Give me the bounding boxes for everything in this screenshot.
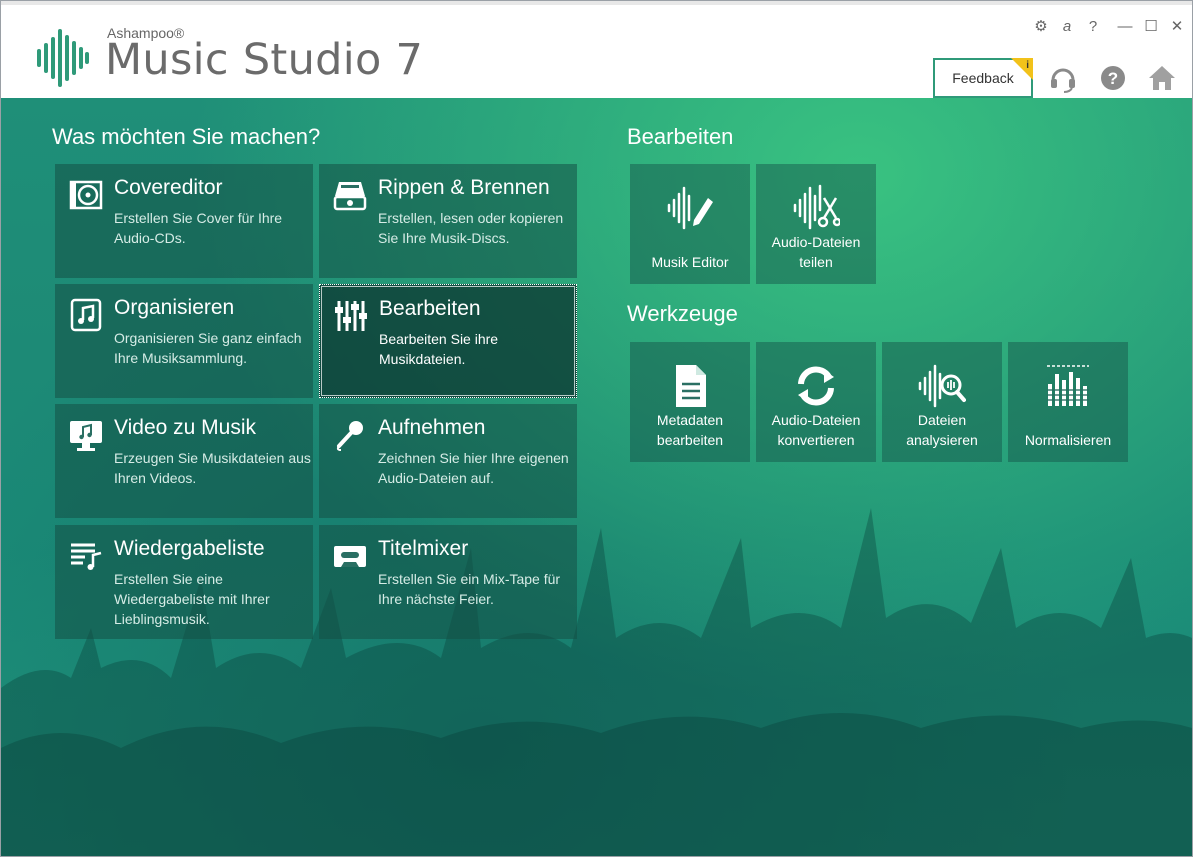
tile-description: Zeichnen Sie hier Ihre eigenen Audio-Dat…: [378, 450, 569, 486]
tile-title: Bearbeiten: [379, 297, 481, 320]
document-icon: [676, 365, 706, 407]
tile-audio-dateien-teilen[interactable]: Audio-Dateien teilen: [756, 164, 876, 284]
tile-dateien-analysieren[interactable]: Dateien analysieren: [882, 342, 1002, 462]
tile-description: Erstellen Sie eine Wiedergabeliste mit I…: [114, 571, 270, 627]
feedback-label: Feedback: [952, 70, 1014, 86]
tile-description: Organisieren Sie ganz einfach Ihre Musik…: [114, 330, 302, 366]
help-circle-icon[interactable]: ?: [1098, 63, 1128, 93]
tile-label: Audio-Dateien teilen: [771, 234, 861, 270]
maximize-button[interactable]: ☐: [1141, 17, 1161, 37]
refresh-icon: [798, 366, 834, 406]
tile-title: Titelmixer: [378, 537, 469, 560]
tile-organisieren[interactable]: Organisieren Organisieren Sie ganz einfa…: [55, 284, 313, 398]
feedback-button[interactable]: Feedback i: [933, 58, 1033, 98]
section-title-main: Was möchten Sie machen?: [52, 124, 321, 149]
tile-wiedergabeliste[interactable]: Wiedergabeliste Erstellen Sie eine Wiede…: [55, 525, 313, 639]
help-small-icon[interactable]: ?: [1083, 17, 1103, 37]
account-icon[interactable]: a: [1057, 17, 1077, 37]
cd-cover-icon: [69, 180, 103, 210]
music-file-icon: [70, 298, 102, 332]
tile-bearbeiten[interactable]: Bearbeiten Bearbeiten Sie ihre Musikdate…: [319, 284, 577, 398]
tile-covereditor[interactable]: Covereditor Erstellen Sie Cover für Ihre…: [55, 164, 313, 278]
waveform-pen-icon: [667, 186, 713, 230]
waveform-magnifier-icon: [918, 364, 966, 408]
tile-description: Erstellen Sie Cover für Ihre Audio-CDs.: [114, 210, 283, 246]
tile-aufnehmen[interactable]: Aufnehmen Zeichnen Sie hier Ihre eigenen…: [319, 404, 577, 518]
section-title-tools: Werkzeuge: [627, 301, 738, 326]
equalizer-sliders-icon: [335, 301, 367, 331]
playlist-icon: [71, 543, 102, 570]
waveform-scissors-icon: [793, 184, 840, 230]
disc-drive-icon: [333, 182, 367, 211]
close-button[interactable]: ✕: [1167, 17, 1187, 37]
tile-title: Covereditor: [114, 176, 223, 199]
tile-rippen-brennen[interactable]: Rippen & Brennen Erstellen, lesen oder k…: [319, 164, 577, 278]
tile-description: Erstellen, lesen oder kopieren Sie Ihre …: [378, 210, 564, 246]
tile-description: Erzeugen Sie Musikdateien aus Ihren Vide…: [114, 450, 311, 486]
settings-gear-icon[interactable]: ⚙: [1031, 17, 1051, 37]
app-title: Music Studio 7: [105, 35, 424, 85]
tile-titelmixer[interactable]: Titelmixer Erstellen Sie ein Mix-Tape fü…: [319, 525, 577, 639]
tile-video-zu-musik[interactable]: Video zu Musik Erzeugen Sie Musikdateien…: [55, 404, 313, 518]
tile-label: Musik Editor: [651, 254, 729, 270]
minimize-button[interactable]: —: [1115, 17, 1135, 37]
svg-text:?: ?: [1108, 69, 1118, 88]
home-icon[interactable]: [1147, 63, 1177, 93]
logo-waveform-icon: [37, 29, 89, 87]
tile-description: Erstellen Sie ein Mix-Tape für Ihre näch…: [378, 571, 561, 607]
tile-title: Organisieren: [114, 296, 235, 319]
tile-description: Bearbeiten Sie ihre Musikdateien.: [379, 331, 499, 367]
tile-label: Dateien analysieren: [906, 412, 978, 448]
tile-label: Audio-Dateien konvertieren: [771, 412, 861, 448]
headset-support-icon[interactable]: [1048, 63, 1078, 93]
feedback-info-icon: i: [1026, 60, 1029, 71]
cassette-icon: [334, 546, 366, 567]
tile-title: Rippen & Brennen: [378, 176, 550, 199]
monitor-music-icon: [70, 421, 102, 451]
tile-musik-editor[interactable]: Musik Editor: [630, 164, 750, 284]
tile-metadaten-bearbeiten[interactable]: Metadaten bearbeiten: [630, 342, 750, 462]
app-window: Ashampoo® Music Studio 7 ⚙ a ? — ☐ ✕ Fee…: [0, 0, 1193, 857]
header: Ashampoo® Music Studio 7 ⚙ a ? — ☐ ✕ Fee…: [1, 1, 1192, 98]
tile-title: Wiedergabeliste: [114, 537, 265, 560]
tile-label: Metadaten bearbeiten: [656, 412, 724, 448]
tile-title: Aufnehmen: [378, 416, 486, 439]
tile-normalisieren[interactable]: Normalisieren: [1008, 342, 1128, 462]
main-area: Was möchten Sie machen? Bearbeiten Werkz…: [1, 98, 1192, 856]
tile-audio-dateien-konvertieren[interactable]: Audio-Dateien konvertieren: [756, 342, 876, 462]
tile-title: Video zu Musik: [114, 416, 257, 439]
feedback-badge: [1011, 58, 1033, 80]
microphone-icon: [336, 421, 363, 451]
level-bars-icon: [1047, 365, 1089, 406]
section-title-edit: Bearbeiten: [627, 124, 734, 149]
tile-label: Normalisieren: [1024, 432, 1112, 448]
